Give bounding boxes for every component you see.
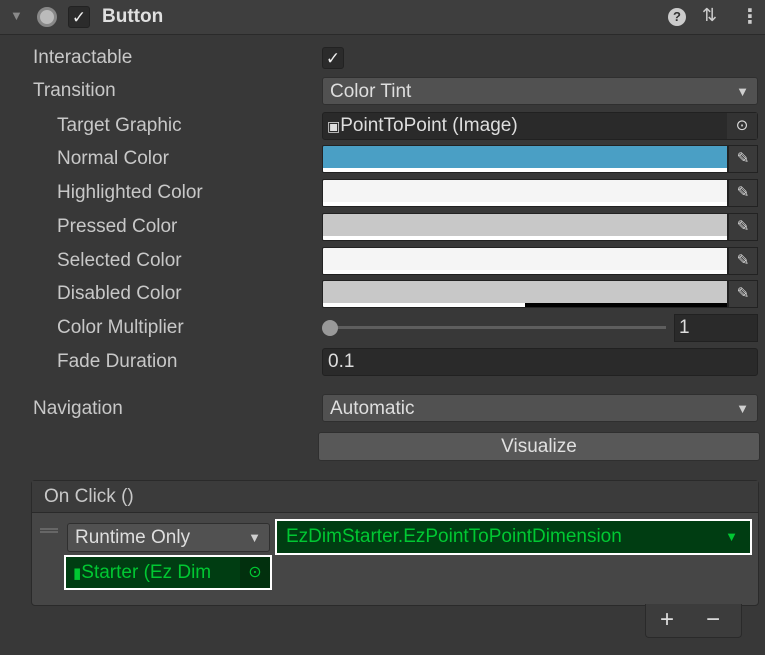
slider-handle[interactable] [322,320,338,336]
on-click-header: On Click () [32,481,758,513]
eyedropper-icon[interactable]: ✎ [728,213,758,241]
eyedropper-icon[interactable]: ✎ [728,280,758,308]
interactable-checkbox[interactable]: ✓ [322,47,344,69]
slider-track[interactable] [330,326,666,329]
transition-dropdown[interactable]: Color Tint ▼ [322,77,758,105]
function-value: EzDimStarter.EzPointToPointDimension [286,526,622,547]
remove-button[interactable]: − [706,606,720,634]
transition-label: Transition [33,80,116,101]
color-multiplier-value: 1 [679,317,690,338]
drag-handle-icon[interactable] [40,528,58,533]
interactable-label: Interactable [33,47,133,68]
dropdown-arrow-icon: ▼ [736,84,749,99]
target-graphic-field[interactable]: ▣PointToPoint (Image) ⊙ [322,112,758,140]
on-click-title: On Click () [44,486,134,507]
color-multiplier-input[interactable]: 1 [674,314,758,342]
target-graphic-label: Target Graphic [57,115,182,136]
dropdown-arrow-icon: ▼ [725,529,738,544]
function-dropdown[interactable]: EzDimStarter.EzPointToPointDimension ▼ [275,519,752,555]
selected-color-field[interactable] [322,247,728,275]
component-icon [37,7,57,27]
target-object-value: Starter (Ez Dim [81,562,212,583]
add-button[interactable]: + [660,606,674,634]
normal-color-field[interactable] [322,145,728,173]
visualize-button[interactable]: Visualize [318,432,760,461]
navigation-dropdown[interactable]: Automatic ▼ [322,394,758,422]
list-footer: + − [645,604,742,638]
pressed-color-field[interactable] [322,213,728,241]
fade-duration-label: Fade Duration [57,351,178,372]
fade-duration-value: 0.1 [328,351,355,372]
selected-color-label: Selected Color [57,250,182,271]
target-graphic-value: PointToPoint (Image) [340,115,518,136]
call-state-dropdown[interactable]: Runtime Only ▼ [67,523,270,552]
highlighted-color-label: Highlighted Color [57,182,203,203]
target-object-field[interactable]: ▮Starter (Ez Dim ⊙ [64,555,272,590]
eyedropper-icon[interactable]: ✎ [728,145,758,173]
disabled-color-field[interactable] [322,280,728,308]
highlighted-color-field[interactable] [322,179,728,207]
object-picker-icon[interactable]: ⊙ [240,557,270,588]
foldout-arrow-icon[interactable]: ▼ [10,8,23,23]
call-state-value: Runtime Only [75,527,191,548]
eyedropper-icon[interactable]: ✎ [728,179,758,207]
object-picker-icon[interactable]: ⊙ [727,113,757,139]
navigation-label: Navigation [33,398,123,419]
fade-duration-input[interactable]: 0.1 [322,348,758,376]
component-title: Button [102,6,164,27]
preset-icon[interactable]: ⇅ [702,5,717,26]
color-multiplier-label: Color Multiplier [57,317,184,338]
help-icon[interactable]: ? [668,8,686,26]
component-header: ▼ ✓ Button ? ⇅ ⋮ [0,0,765,35]
navigation-value: Automatic [330,398,415,419]
dropdown-arrow-icon: ▼ [736,401,749,416]
more-icon[interactable]: ⋮ [740,4,760,29]
enabled-checkbox[interactable]: ✓ [68,6,90,28]
disabled-color-label: Disabled Color [57,283,182,304]
normal-color-label: Normal Color [57,148,169,169]
pressed-color-label: Pressed Color [57,216,178,237]
image-icon: ▣ [327,118,341,134]
eyedropper-icon[interactable]: ✎ [728,247,758,275]
dropdown-arrow-icon: ▼ [248,530,261,545]
visualize-label: Visualize [501,436,577,457]
transition-value: Color Tint [330,81,412,102]
